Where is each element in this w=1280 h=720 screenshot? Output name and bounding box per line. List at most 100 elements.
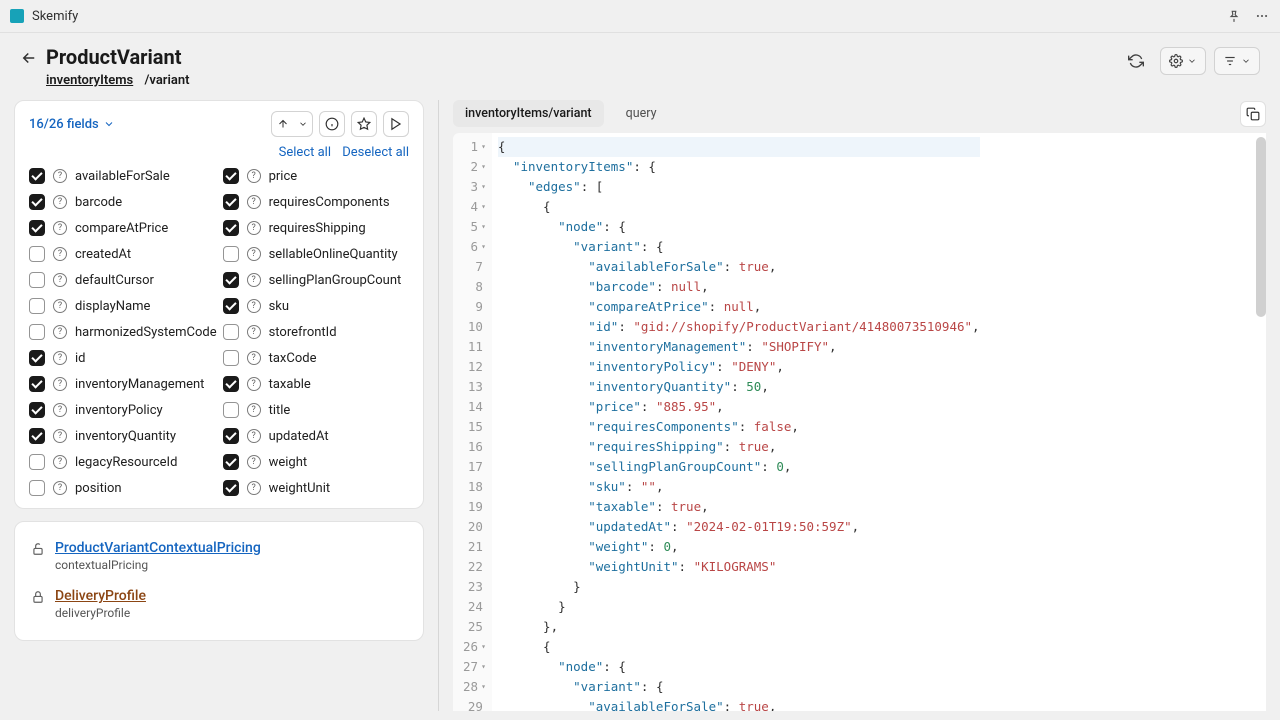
field-row: ? id [29,350,217,366]
field-name: displayName [75,299,150,314]
more-icon[interactable] [1254,8,1270,24]
help-icon[interactable]: ? [247,195,261,209]
settings-button[interactable] [1160,47,1206,75]
code-editor[interactable]: 1▾2▾3▾4▾5▾6▾7 8 9 10 11 12 13 14 15 16 1… [453,133,1266,711]
field-checkbox[interactable] [29,272,45,288]
help-icon[interactable]: ? [247,325,261,339]
relation-type[interactable]: ProductVariantContextualPricing [55,540,261,556]
field-checkbox[interactable] [29,324,45,340]
field-checkbox[interactable] [29,246,45,262]
field-checkbox[interactable] [223,480,239,496]
help-icon[interactable]: ? [247,273,261,287]
select-all-link[interactable]: Select all [279,145,331,160]
help-icon[interactable]: ? [53,455,67,469]
field-name: taxable [269,377,311,392]
help-icon[interactable]: ? [247,403,261,417]
field-name: storefrontId [269,325,337,340]
field-checkbox[interactable] [29,168,45,184]
field-row: ? harmonizedSystemCode [29,324,217,340]
copy-button[interactable] [1240,101,1266,127]
help-icon[interactable]: ? [53,299,67,313]
help-icon[interactable]: ? [53,481,67,495]
fields-count-dropdown[interactable]: 16/26 fields [29,117,115,132]
help-icon[interactable]: ? [53,273,67,287]
back-button[interactable] [20,49,38,67]
field-row: ? inventoryQuantity [29,428,217,444]
field-checkbox[interactable] [29,402,45,418]
help-icon[interactable]: ? [247,299,261,313]
field-checkbox[interactable] [223,246,239,262]
run-button[interactable] [383,111,409,137]
field-checkbox[interactable] [223,350,239,366]
field-name: sellableOnlineQuantity [269,247,398,262]
field-checkbox[interactable] [223,168,239,184]
breadcrumb-link[interactable]: inventoryItems [46,73,133,88]
help-icon[interactable]: ? [53,377,67,391]
help-icon[interactable]: ? [53,429,67,443]
field-checkbox[interactable] [223,454,239,470]
help-icon[interactable]: ? [53,221,67,235]
help-icon[interactable]: ? [53,403,67,417]
help-icon[interactable]: ? [247,455,261,469]
field-checkbox[interactable] [223,298,239,314]
field-name: requiresComponents [269,195,390,210]
field-row: ? weight [223,454,409,470]
field-checkbox[interactable] [223,402,239,418]
field-name: title [269,403,291,418]
help-icon[interactable]: ? [53,169,67,183]
field-checkbox[interactable] [29,428,45,444]
lock-icon [31,590,45,604]
tab-query[interactable]: query [614,100,669,127]
app-name: Skemify [32,9,78,24]
export-button[interactable] [271,111,313,137]
field-checkbox[interactable] [29,220,45,236]
field-row: ? availableForSale [29,168,217,184]
relation-type[interactable]: DeliveryProfile [55,588,146,604]
page-header: ProductVariant inventoryItems /variant [0,33,1280,94]
field-name: weightUnit [269,481,331,496]
field-checkbox[interactable] [29,480,45,496]
field-name: inventoryPolicy [75,403,163,418]
field-row: ? inventoryManagement [29,376,217,392]
help-icon[interactable]: ? [247,351,261,365]
field-checkbox[interactable] [223,272,239,288]
field-checkbox[interactable] [223,428,239,444]
field-row: ? displayName [29,298,217,314]
help-icon[interactable]: ? [53,247,67,261]
field-name: defaultCursor [75,273,154,288]
help-icon[interactable]: ? [247,247,261,261]
help-icon[interactable]: ? [247,221,261,235]
help-icon[interactable]: ? [53,351,67,365]
field-checkbox[interactable] [223,376,239,392]
field-name: compareAtPrice [75,221,168,236]
help-icon[interactable]: ? [247,481,261,495]
field-name: price [269,169,298,184]
help-icon[interactable]: ? [247,377,261,391]
field-checkbox[interactable] [29,298,45,314]
refresh-button[interactable] [1120,47,1152,75]
field-checkbox[interactable] [29,350,45,366]
field-checkbox[interactable] [29,376,45,392]
field-row: ? createdAt [29,246,217,262]
star-button[interactable] [351,111,377,137]
field-row: ? updatedAt [223,428,409,444]
field-checkbox[interactable] [223,194,239,210]
field-row: ? legacyResourceId [29,454,217,470]
field-checkbox[interactable] [223,324,239,340]
field-checkbox[interactable] [223,220,239,236]
field-checkbox[interactable] [29,454,45,470]
help-icon[interactable]: ? [53,325,67,339]
help-icon[interactable]: ? [247,169,261,183]
field-row: ? defaultCursor [29,272,217,288]
help-icon[interactable]: ? [247,429,261,443]
scrollbar[interactable] [1256,137,1266,317]
tab-result[interactable]: inventoryItems/variant [453,100,604,127]
info-button[interactable] [319,111,345,137]
filter-button[interactable] [1214,47,1260,75]
relation-field: contextualPricing [55,558,261,572]
pin-icon[interactable] [1226,8,1242,24]
help-icon[interactable]: ? [53,195,67,209]
deselect-all-link[interactable]: Deselect all [342,145,409,160]
field-checkbox[interactable] [29,194,45,210]
relation-row: DeliveryProfile deliveryProfile [29,580,409,628]
